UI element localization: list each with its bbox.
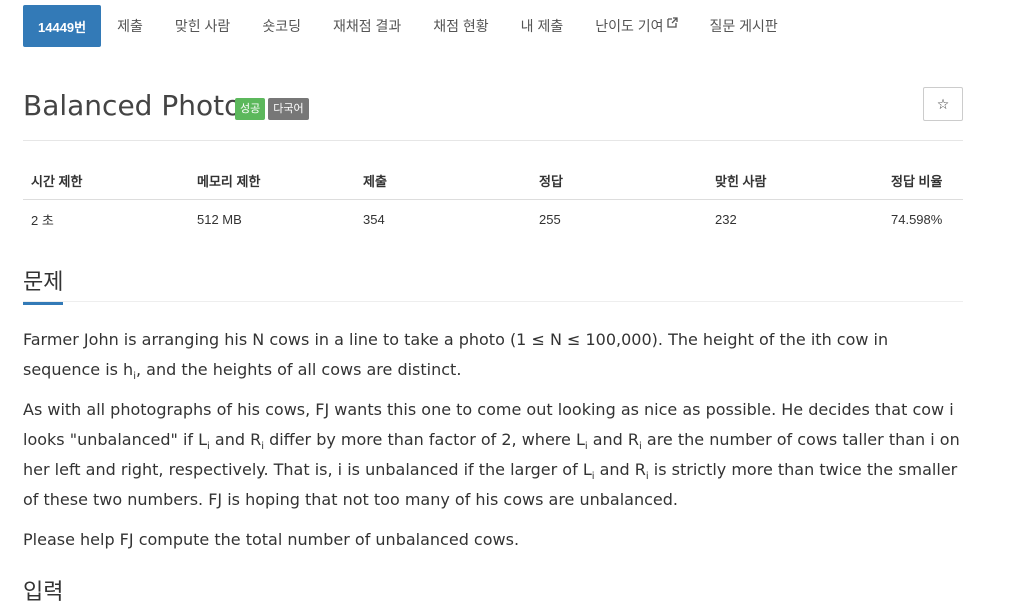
section-problem: 문제: [23, 264, 963, 305]
external-link-icon: [666, 17, 678, 31]
tab-difficulty-contrib[interactable]: 난이도 기여: [579, 5, 693, 47]
text-fragment: differ by more than factor of 2, where L: [263, 430, 585, 449]
description-paragraph: Please help FJ compute the total number …: [23, 530, 520, 549]
header-memory-limit: 메모리 제한: [189, 162, 355, 200]
problem-info-table: 시간 제한 메모리 제한 제출 정답 맞힌 사람 정답 비율 2 초 512 M…: [23, 162, 963, 239]
text-fragment: and R: [594, 460, 646, 479]
problem-description: Farmer John is arranging his N cows in a…: [23, 325, 968, 565]
tab-question-board[interactable]: 질문 게시판: [694, 5, 794, 47]
page-title: Balanced Photo: [23, 89, 242, 122]
problem-badges: 성공 다국어: [235, 98, 309, 120]
text-fragment: and R: [587, 430, 640, 449]
problem-tabs: 14449번 제출 맞힌 사람 숏코딩 재채점 결과 채점 현황 내 제출 난이…: [23, 5, 794, 47]
value-solved-users: 232: [715, 212, 737, 227]
tab-short-coding[interactable]: 숏코딩: [246, 5, 317, 47]
multilang-badge: 다국어: [268, 98, 309, 120]
tab-problem[interactable]: 14449번: [23, 5, 102, 47]
favorite-button[interactable]: ☆: [923, 87, 963, 121]
success-badge: 성공: [235, 98, 266, 120]
header-solved-users: 맞힌 사람: [707, 162, 883, 200]
tab-rejudge-results[interactable]: 재채점 결과: [317, 5, 417, 47]
star-icon: ☆: [936, 95, 950, 112]
text-fragment: , and the heights of all cows are distin…: [135, 360, 462, 379]
problem-header: Balanced Photo 성공 다국어 ☆: [23, 84, 963, 140]
text-fragment: and R: [209, 430, 262, 449]
value-memory-limit: 512 MB: [197, 212, 242, 227]
section-problem-title: 문제: [23, 264, 64, 305]
section-input-title: 입력: [23, 580, 64, 605]
description-paragraph: As with all photographs of his cows, FJ …: [23, 395, 968, 515]
header-time-limit: 시간 제한: [23, 162, 189, 200]
tab-solved-users[interactable]: 맞힌 사람: [159, 5, 246, 47]
tab-submit[interactable]: 제출: [101, 5, 159, 47]
tab-my-submissions[interactable]: 내 제출: [505, 5, 580, 47]
table-header-row: 시간 제한 메모리 제한 제출 정답 맞힌 사람 정답 비율: [23, 162, 963, 200]
value-accept-ratio: 74.598%: [891, 212, 943, 227]
value-accepted: 255: [539, 212, 561, 227]
divider: [23, 140, 963, 141]
description-paragraph: Farmer John is arranging his N cows in a…: [23, 325, 968, 385]
tab-difficulty-contrib-label: 난이도 기여: [595, 18, 664, 34]
value-time-limit: 2 초: [31, 213, 54, 228]
header-accepted: 정답: [531, 162, 707, 200]
header-accept-ratio: 정답 비율: [883, 162, 963, 200]
tab-judge-status[interactable]: 채점 현황: [417, 5, 504, 47]
value-submissions: 354: [363, 212, 385, 227]
table-row: 2 초 512 MB 354 255 232 74.598%: [23, 200, 963, 240]
header-submissions: 제출: [355, 162, 531, 200]
